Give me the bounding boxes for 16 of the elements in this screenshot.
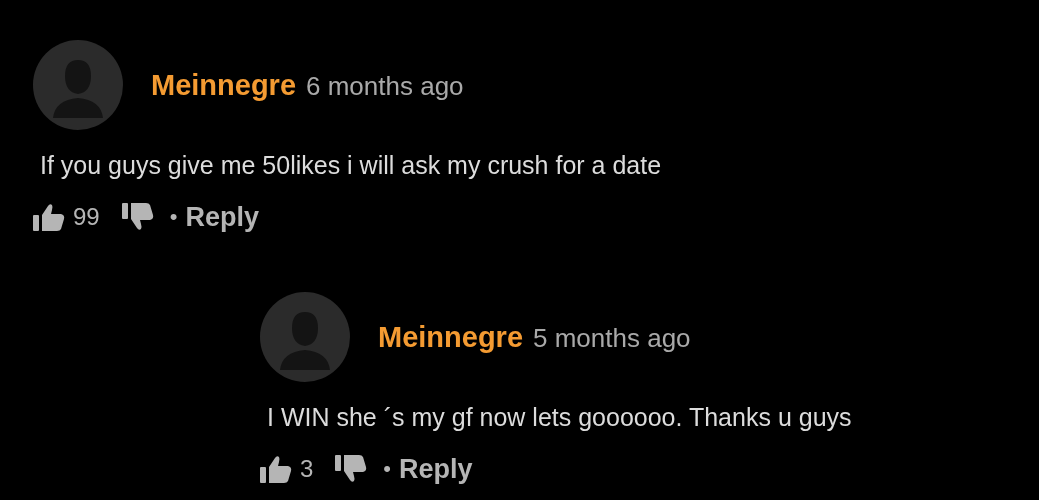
thumbs-down-icon[interactable] [335, 455, 368, 483]
thumbs-up-icon[interactable] [260, 455, 292, 483]
like-count: 99 [73, 203, 100, 231]
timestamp: 5 months ago [533, 322, 691, 354]
comment-text: I WIN she ´s my gf now lets goooooo. Thanks u guys [267, 402, 853, 433]
timestamp: 6 months ago [306, 70, 464, 102]
thumbs-up-icon[interactable] [33, 203, 65, 231]
reply-button[interactable]: Reply [185, 201, 259, 233]
separator: • [383, 456, 392, 482]
like-count: 3 [300, 455, 314, 483]
thumbs-down-icon[interactable] [121, 203, 154, 231]
reply-button[interactable]: Reply [399, 453, 473, 485]
separator: • [169, 204, 178, 230]
comment-text: If you guys give me 50likes i will ask my crush for a date [40, 150, 663, 181]
username[interactable]: Meinnegre [378, 320, 524, 354]
username[interactable]: Meinnegre [151, 68, 297, 102]
